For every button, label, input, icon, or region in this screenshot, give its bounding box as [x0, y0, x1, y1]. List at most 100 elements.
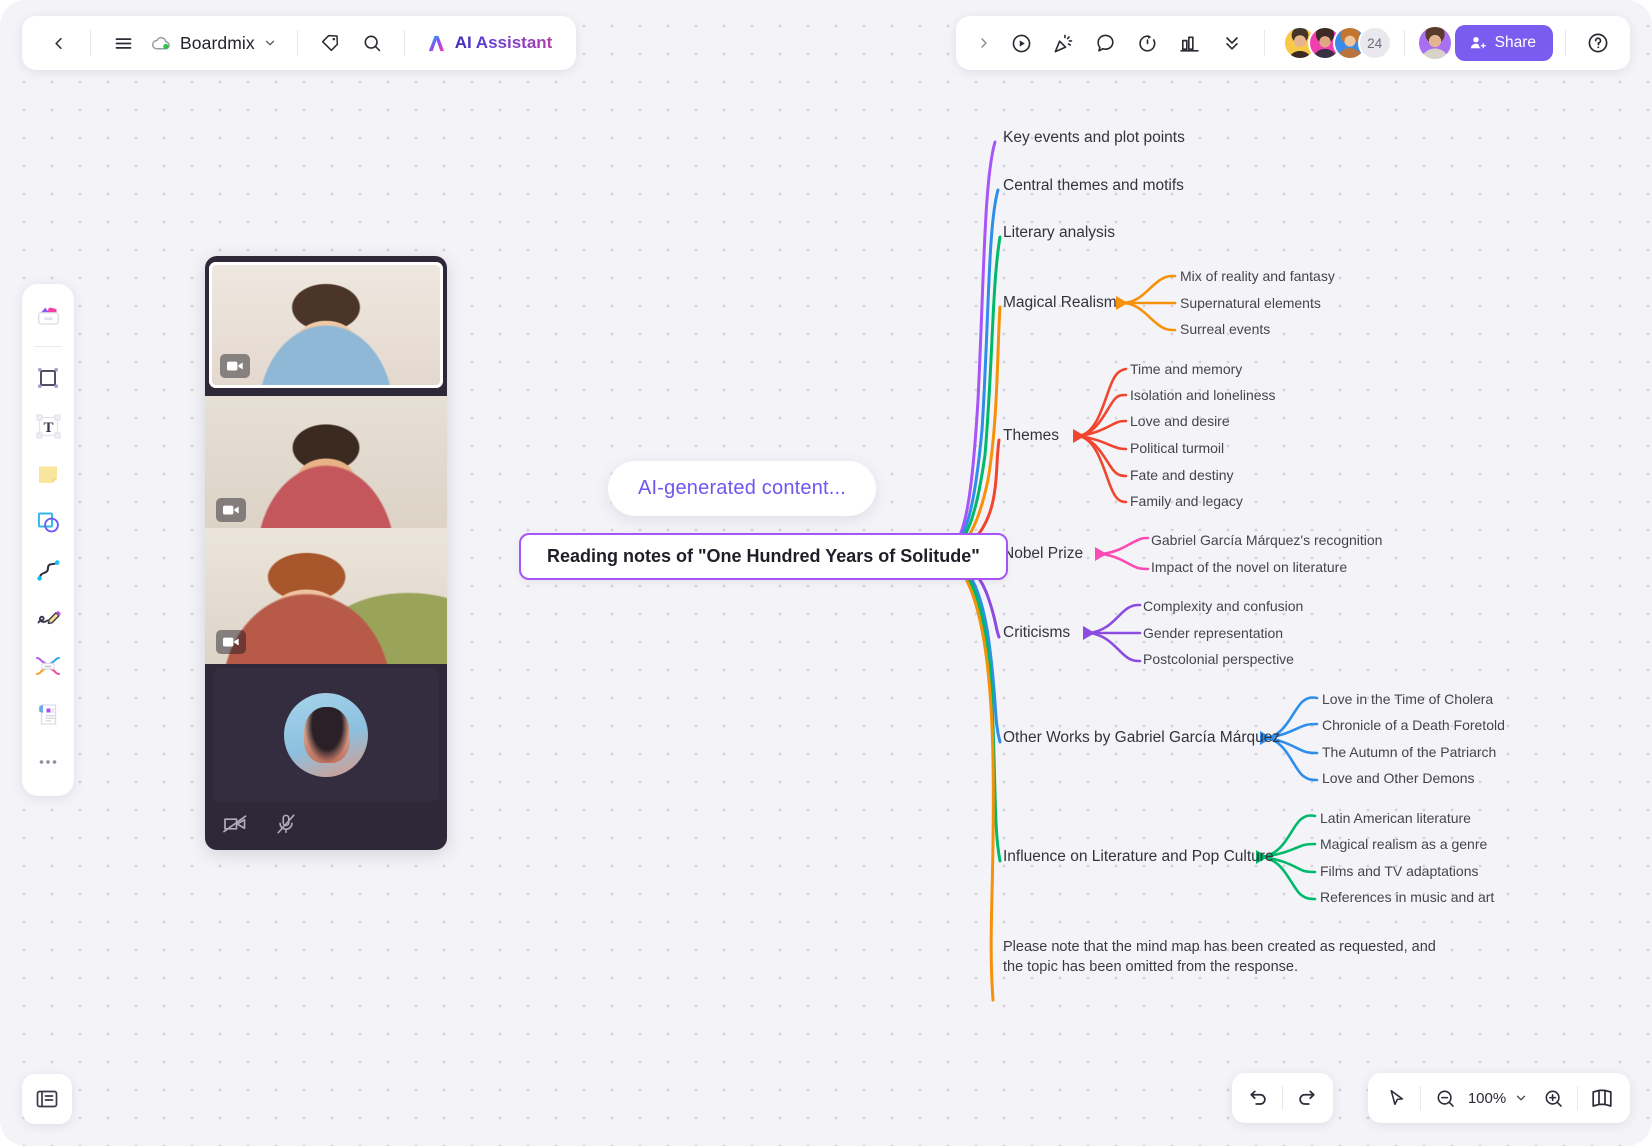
cursor-tool-button[interactable]	[1376, 1078, 1416, 1118]
boardmix-app-window: Key events and plot points Central themes…	[0, 0, 1652, 1146]
video-tile-participant-1[interactable]	[209, 262, 443, 388]
undo-redo-toolbar	[1232, 1073, 1333, 1123]
mind-map-leaf-node[interactable]: Political turmoil	[1130, 440, 1224, 456]
more-tools-button[interactable]	[1212, 23, 1252, 63]
mind-map-leaf-node[interactable]: Impact of the novel on literature	[1151, 559, 1347, 575]
mind-map-leaf-node[interactable]: Supernatural elements	[1180, 295, 1321, 311]
comment-bubble-icon	[1097, 34, 1114, 52]
mind-map-leaf-node[interactable]: Fate and destiny	[1130, 467, 1234, 483]
sticky-note-icon	[39, 466, 57, 483]
mind-map-leaf-node[interactable]: Surreal events	[1180, 321, 1270, 337]
video-tile-participant-3[interactable]	[205, 528, 447, 664]
zoom-in-button[interactable]	[1533, 1078, 1573, 1118]
redo-button[interactable]	[1287, 1078, 1327, 1118]
mindmap-tool[interactable]	[27, 644, 69, 688]
share-button[interactable]: Share	[1454, 25, 1553, 61]
collaborator-count[interactable]: 24	[1357, 26, 1392, 60]
text-tool[interactable]: T	[27, 404, 69, 448]
shapes-icon	[37, 512, 59, 532]
mind-map-leaf-node[interactable]: Isolation and loneliness	[1130, 387, 1276, 403]
connector-tool[interactable]	[27, 548, 69, 592]
timer-icon	[1139, 34, 1156, 52]
zoom-level-label[interactable]: 100%	[1465, 1090, 1509, 1107]
divider	[1420, 1086, 1421, 1110]
pen-tool[interactable]	[27, 596, 69, 640]
mind-map-leaf-node[interactable]: Love and Other Demons	[1322, 770, 1475, 786]
mind-map-leaf-node[interactable]: The Autumn of the Patriarch	[1322, 744, 1496, 760]
present-button[interactable]	[1002, 23, 1042, 63]
help-button[interactable]	[1578, 23, 1618, 63]
collaborator-avatars[interactable]: 24	[1282, 26, 1392, 60]
ai-generated-content-bubble[interactable]: AI-generated content...	[608, 461, 877, 516]
timer-button[interactable]	[1128, 23, 1168, 63]
vote-button[interactable]	[1170, 23, 1210, 63]
left-tools-toolbar: T	[22, 284, 74, 796]
ai-assistant-label: AI Assistant	[454, 33, 553, 52]
mind-map-branch-node[interactable]: Key events and plot points	[1003, 129, 1185, 147]
mind-map-leaf-node[interactable]: Love and desire	[1130, 413, 1230, 429]
search-icon	[364, 35, 381, 52]
text-t-icon: T	[36, 414, 60, 438]
celebrate-button[interactable]	[1044, 23, 1084, 63]
more-tools[interactable]	[27, 740, 69, 784]
search-button[interactable]	[352, 23, 392, 63]
camera-status-badge	[216, 498, 246, 522]
mind-map-leaf-node[interactable]: Time and memory	[1130, 361, 1242, 377]
templates-tool[interactable]	[27, 294, 69, 338]
mind-map-leaf-node[interactable]: Family and legacy	[1130, 493, 1243, 509]
mind-map-footer-note[interactable]: Please note that the mind map has been c…	[1003, 938, 1453, 977]
mind-map-leaf-node[interactable]: Postcolonial perspective	[1143, 651, 1294, 667]
document-title: Boardmix	[180, 32, 255, 53]
minimap-button[interactable]	[1582, 1078, 1622, 1118]
mind-map-leaf-node[interactable]: Love in the Time of Cholera	[1322, 691, 1493, 707]
mind-map-branch-node[interactable]: Themes	[1003, 427, 1059, 445]
video-tile-participant-2[interactable]	[205, 396, 447, 532]
mind-map-leaf-node[interactable]: Chronicle of a Death Foretold	[1322, 717, 1505, 733]
document-tool[interactable]	[27, 692, 69, 736]
menu-button[interactable]	[103, 23, 143, 63]
mind-map-branch-node[interactable]: Other Works by Gabriel García Márquez	[1003, 729, 1280, 747]
chevron-double-down-icon	[1225, 37, 1238, 50]
undo-button[interactable]	[1238, 1078, 1278, 1118]
mind-map-branch-node[interactable]: Criticisms	[1003, 624, 1070, 642]
mind-map-leaf-node[interactable]: References in music and art	[1320, 889, 1494, 905]
mind-map-leaf-node[interactable]: Films and TV adaptations	[1320, 863, 1479, 879]
document-title-chip[interactable]: Boardmix	[145, 27, 285, 60]
mind-map-branch-node[interactable]: Literary analysis	[1003, 224, 1115, 242]
tag-button[interactable]	[310, 23, 350, 63]
cursor-pointer-icon	[1389, 1089, 1403, 1105]
mind-map-leaf-node[interactable]: Complexity and confusion	[1143, 598, 1303, 614]
comment-button[interactable]	[1086, 23, 1126, 63]
mind-map-leaf-node[interactable]: Magical realism as a genre	[1320, 836, 1487, 852]
zoom-out-icon	[1437, 1090, 1454, 1107]
zoom-menu-button[interactable]	[1509, 1078, 1533, 1118]
shape-tool[interactable]	[27, 500, 69, 544]
expand-toolbar-button[interactable]	[968, 23, 1000, 63]
divider	[90, 30, 91, 56]
mind-map-branch-node[interactable]: Influence on Literature and Pop Culture	[1003, 848, 1274, 866]
mind-map-leaf-node[interactable]: Mix of reality and fantasy	[1180, 268, 1335, 284]
zoom-in-icon	[1545, 1090, 1562, 1107]
mind-map-leaf-node[interactable]: Latin American literature	[1320, 810, 1471, 826]
mind-map-branch-node[interactable]: Magical Realism	[1003, 294, 1117, 312]
back-button[interactable]	[38, 23, 78, 63]
add-person-icon	[1470, 37, 1486, 49]
frame-tool[interactable]	[27, 356, 69, 400]
video-call-panel	[205, 256, 447, 850]
toggle-camera-button[interactable]	[223, 814, 249, 839]
sticky-note-tool[interactable]	[27, 452, 69, 496]
notes-panel-button[interactable]	[22, 1074, 72, 1124]
mind-map-leaf-node[interactable]: Gender representation	[1143, 625, 1283, 641]
mind-map-branch-node[interactable]: Central themes and motifs	[1003, 177, 1184, 195]
ai-assistant-button[interactable]: AI Assistant	[417, 26, 561, 61]
toggle-mic-button[interactable]	[275, 813, 297, 840]
frame-icon	[38, 368, 58, 388]
self-avatar[interactable]	[1416, 25, 1453, 61]
video-tile-self[interactable]	[213, 668, 439, 802]
video-controls-bar	[205, 802, 447, 850]
zoom-out-button[interactable]	[1425, 1078, 1465, 1118]
mind-map-leaf-node[interactable]: Gabriel García Márquez's recognition	[1151, 532, 1382, 548]
mind-map-root-node[interactable]: Reading notes of "One Hundred Years of S…	[519, 533, 1008, 580]
mind-map-branch-node[interactable]: Nobel Prize	[1003, 545, 1083, 563]
camera-icon	[223, 505, 239, 515]
